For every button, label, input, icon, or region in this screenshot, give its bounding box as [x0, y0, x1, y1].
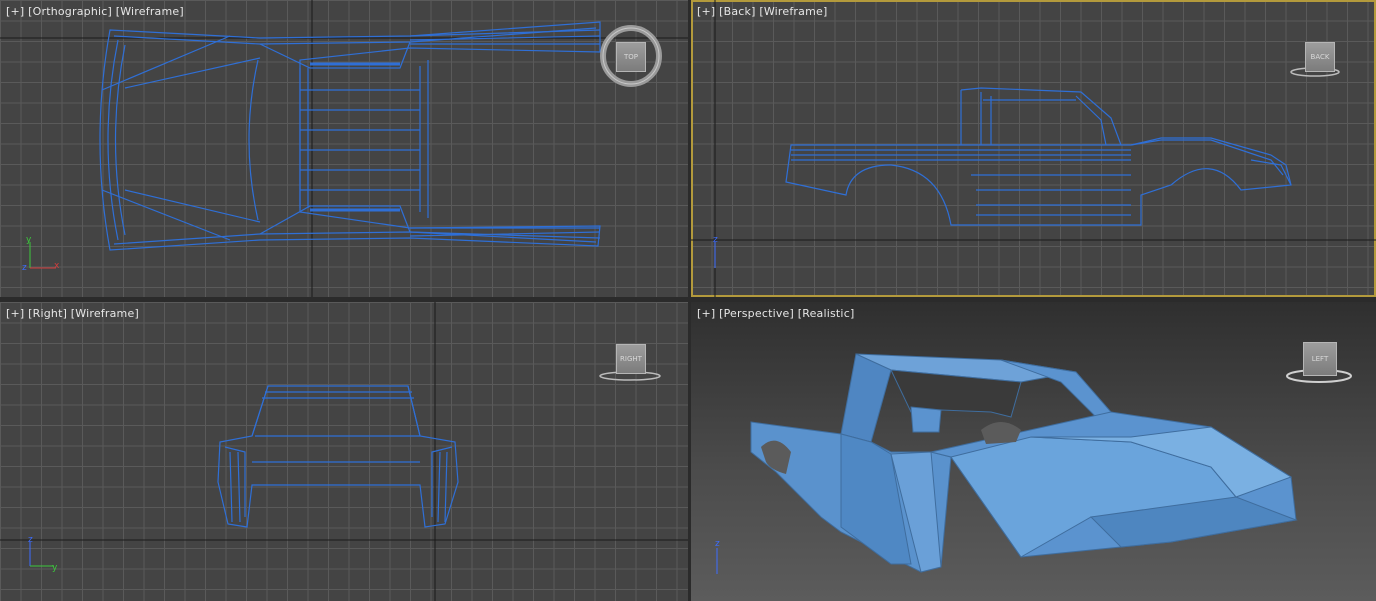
axis-tripod-icon: z [713, 235, 718, 268]
car-wireframe-right-view [0, 302, 688, 601]
svg-text:x: x [54, 261, 60, 271]
axis-tripod-icon: y z x [22, 235, 60, 273]
viewport-view-menu[interactable]: Perspective [724, 307, 790, 320]
viewport-view-menu[interactable]: Back [724, 5, 752, 18]
svg-text:z: z [28, 535, 33, 545]
svg-text:z: z [715, 539, 720, 549]
viewport-menu-plus[interactable]: + [702, 307, 711, 320]
viewport-shading-menu[interactable]: Realistic [802, 307, 850, 320]
viewport-view-menu[interactable]: Right [33, 307, 63, 320]
view-cube-right[interactable]: RIGHT [596, 342, 668, 382]
viewport-right[interactable]: [+] [Right] [Wireframe] RIGHT z y [0, 302, 688, 601]
view-cube-top[interactable]: TOP [598, 22, 664, 88]
viewport-label-back[interactable]: [+] [Back] [Wireframe] [697, 5, 827, 18]
view-cube-face-right[interactable]: RIGHT [616, 344, 646, 374]
viewport-orthographic[interactable]: [+] [Orthographic] [Wireframe] TOP y z x [0, 0, 688, 297]
viewport-menu-plus[interactable]: + [11, 307, 20, 320]
viewport-perspective[interactable]: [+] [Perspective] [Realistic] LEFT z [691, 302, 1376, 601]
viewport-label-perspective[interactable]: [+] [Perspective] [Realistic] [697, 307, 854, 320]
viewport-label-orthographic[interactable]: [+] [Orthographic] [Wireframe] [6, 5, 184, 18]
view-cube-perspective[interactable]: LEFT [1283, 340, 1357, 386]
view-cube-face-top[interactable]: TOP [616, 42, 646, 72]
car-wireframe-back-view [691, 0, 1376, 297]
viewport-shading-menu[interactable]: Wireframe [75, 307, 134, 320]
view-cube-face-left[interactable]: LEFT [1303, 342, 1337, 376]
car-shaded-perspective-view [750, 353, 1298, 573]
car-wireframe-top-view [0, 0, 688, 297]
view-cube-face-back[interactable]: BACK [1305, 42, 1335, 72]
viewport-back[interactable]: [+] [Back] [Wireframe] BACK z [691, 0, 1376, 297]
svg-text:y: y [52, 563, 58, 573]
viewport-shading-menu[interactable]: Wireframe [120, 5, 179, 18]
viewport-menu-plus[interactable]: + [11, 5, 20, 18]
svg-text:z: z [713, 235, 718, 245]
svg-text:z: z [22, 263, 27, 273]
axis-tripod-icon: z y [28, 535, 58, 573]
viewport-view-menu[interactable]: Orthographic [33, 5, 108, 18]
axis-tripod-icon: z [715, 539, 720, 574]
viewport-shading-menu[interactable]: Wireframe [764, 5, 823, 18]
viewport-label-right[interactable]: [+] [Right] [Wireframe] [6, 307, 139, 320]
view-cube-back[interactable]: BACK [1285, 40, 1345, 80]
viewport-menu-plus[interactable]: + [702, 5, 711, 18]
svg-text:y: y [26, 235, 32, 245]
